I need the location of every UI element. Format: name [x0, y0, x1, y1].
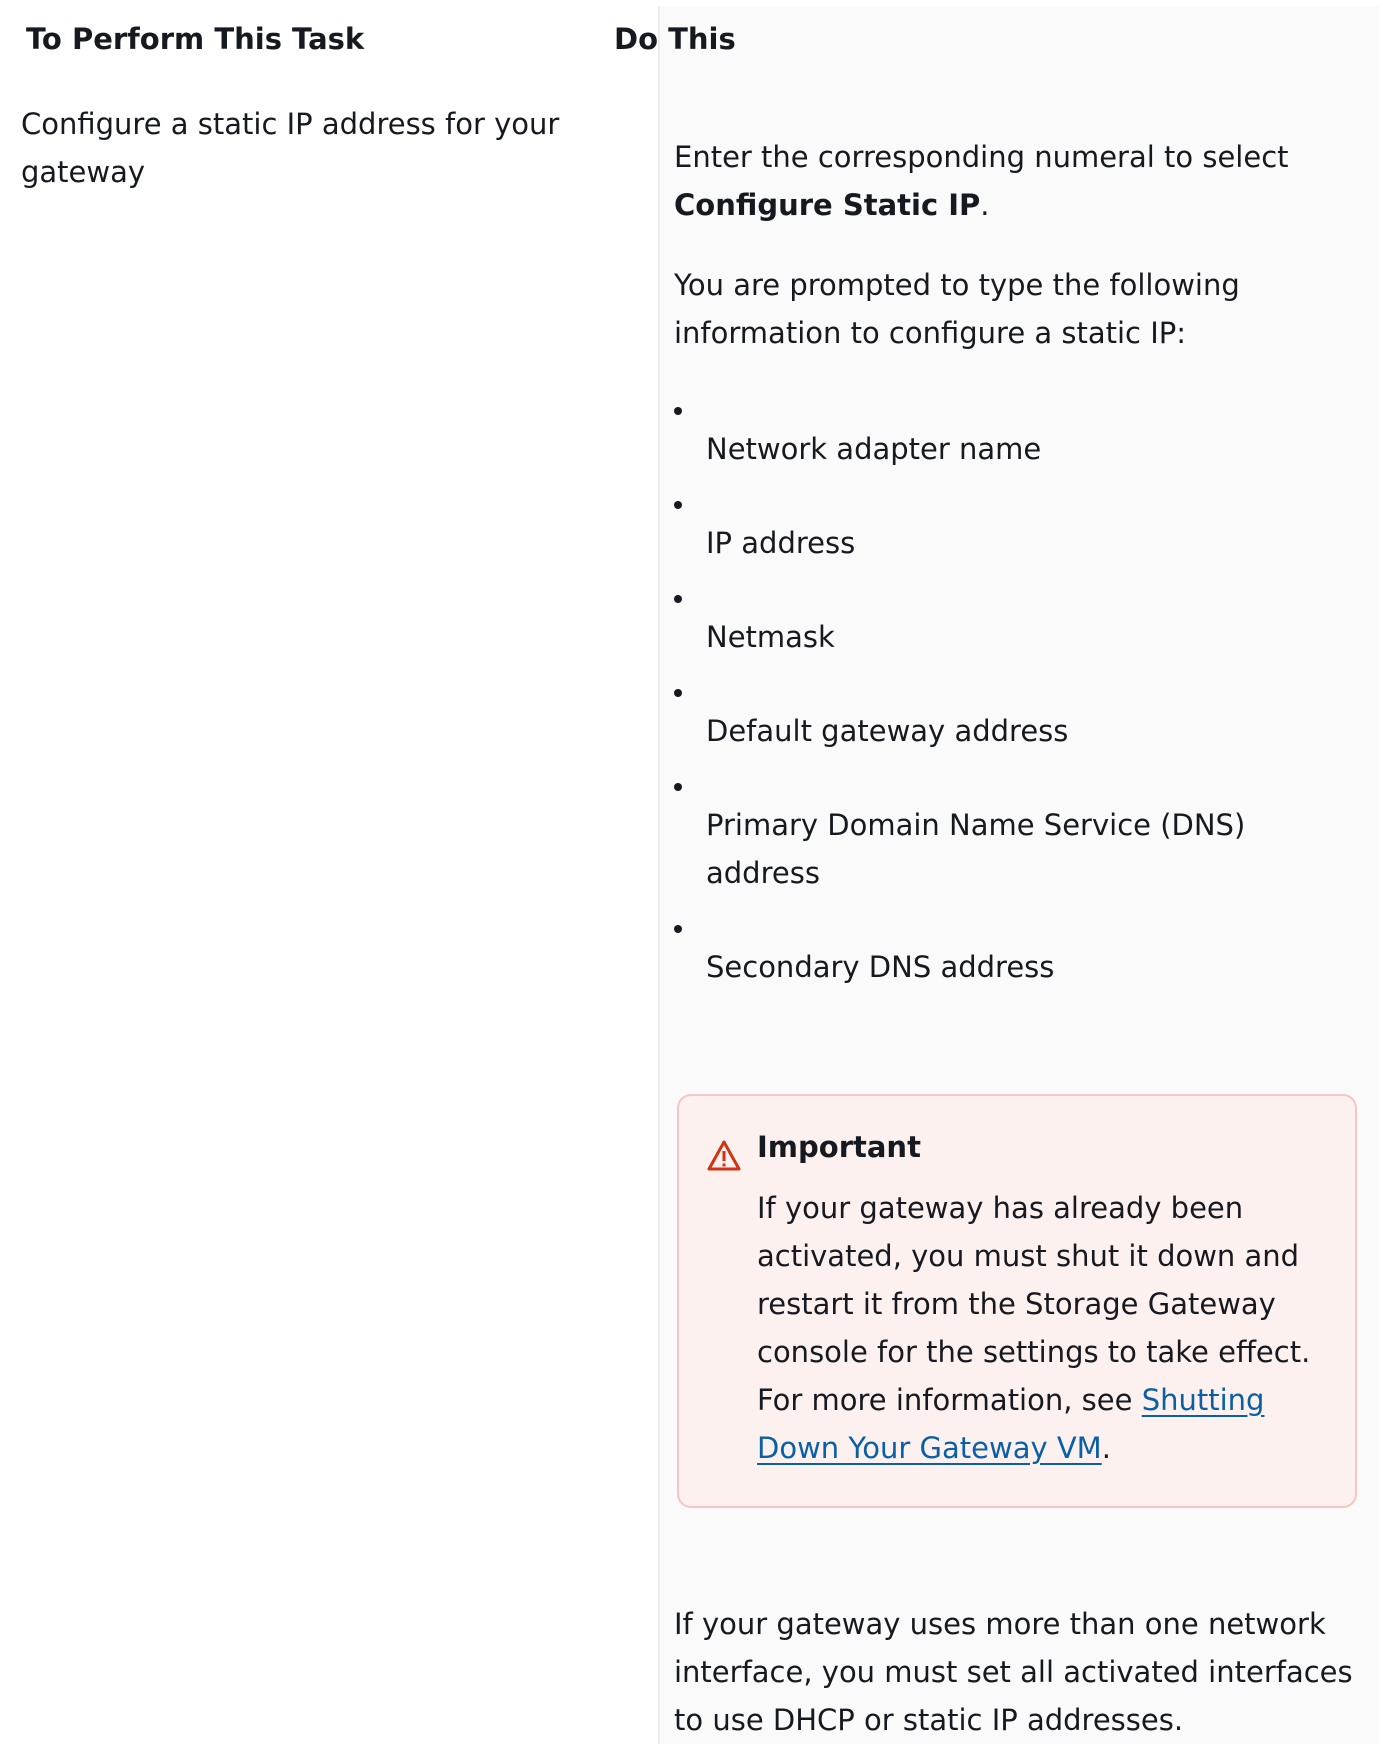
important-alert: Important If your gateway has already be…: [677, 1094, 1357, 1508]
list-item-label: Default gateway address: [706, 714, 1069, 748]
task-cell: [6, 88, 660, 1744]
alert-body-end: .: [1101, 1431, 1111, 1465]
alert-body: If your gateway has already been activat…: [757, 1184, 1337, 1472]
list-item-label: Secondary DNS address: [706, 950, 1055, 984]
list-item: IP address: [674, 489, 1354, 567]
bullet-icon: [674, 595, 682, 603]
list-item: Default gateway address: [674, 677, 1354, 755]
static-ip-fields-list: Network adapter name IP address Netmask …: [674, 395, 1354, 991]
bullet-icon: [674, 689, 682, 697]
list-item-label: Netmask: [706, 620, 835, 654]
list-item: Netmask: [674, 583, 1354, 661]
alert-title: Important: [757, 1130, 921, 1164]
warning-triangle-icon: [707, 1140, 741, 1171]
list-item: Primary Domain Name Service (DNS) addres…: [674, 771, 1354, 897]
intro-paragraph: Enter the corresponding numeral to selec…: [674, 133, 1354, 229]
intro-prefix: Enter the corresponding numeral to selec…: [674, 140, 1289, 174]
bullet-icon: [674, 501, 682, 509]
header-cell-action: [659, 6, 1379, 88]
bullet-icon: [674, 407, 682, 415]
footer-note: If your gateway uses more than one netwo…: [674, 1607, 1353, 1737]
header-label-action: Do This: [614, 22, 736, 56]
intro-bold-command: Configure Static IP: [674, 188, 981, 222]
intro-suffix: .: [980, 188, 990, 222]
task-description: Configure a static IP address for your g…: [21, 107, 560, 189]
list-item: Network adapter name: [674, 395, 1354, 473]
bullet-icon: [674, 925, 682, 933]
list-item: Secondary DNS address: [674, 913, 1354, 991]
header-label-task: To Perform This Task: [26, 22, 365, 56]
list-item-label: Primary Domain Name Service (DNS) addres…: [706, 808, 1246, 890]
bullet-icon: [674, 783, 682, 791]
list-item-label: IP address: [706, 526, 856, 560]
list-item-label: Network adapter name: [706, 432, 1042, 466]
prompt-paragraph: You are prompted to type the following i…: [674, 268, 1240, 350]
